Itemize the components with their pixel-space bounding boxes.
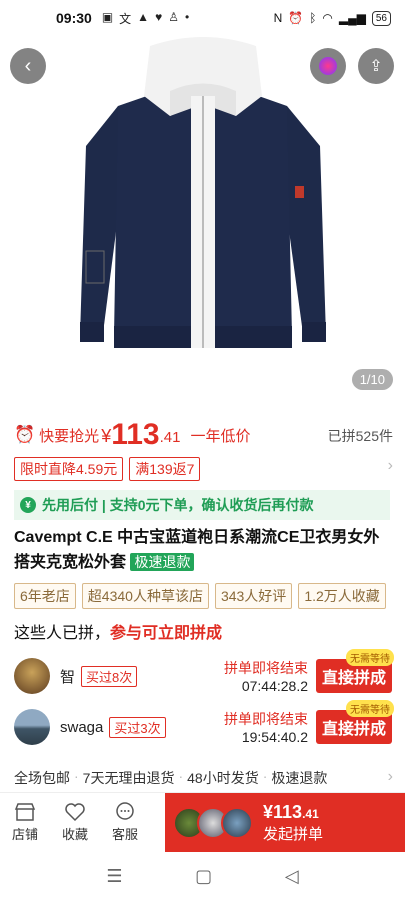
- favorite-label: 收藏: [61, 827, 88, 842]
- notification-icons: ▣ 文 ▲ ♥ ♙ •: [102, 10, 189, 27]
- battery-icon: 56: [371, 10, 391, 26]
- group-heading-part1: 这些人已拼，: [14, 625, 111, 642]
- separator: ·: [178, 768, 184, 784]
- join-group-button[interactable]: 无需等待 直接拼成: [316, 649, 394, 693]
- product-title: Cavempt C.E 中古宝蓝道袍日系潮流CE卫衣男女外搭夹克宽松外套 极速退…: [14, 526, 394, 575]
- dot-icon: •: [184, 9, 190, 24]
- heart-icon: ♥: [155, 9, 163, 24]
- buyer-avatars: [173, 806, 253, 839]
- bottom-action-bar: 店铺 收藏 客服 ¥113.41 发起拼单: [0, 792, 405, 852]
- group-heading-part2: 参与可立即拼成: [110, 625, 223, 642]
- buy-price-dec: .41: [302, 806, 319, 821]
- heart-icon: [65, 803, 85, 822]
- menu-icon[interactable]: ☰: [106, 866, 122, 887]
- coupon-discount[interactable]: 限时直降4.59元: [14, 457, 124, 481]
- app-icon: 文: [119, 11, 132, 26]
- bought-count: 买过3次: [109, 716, 166, 738]
- start-group-buy-button[interactable]: ¥113.41 发起拼单: [165, 793, 405, 852]
- price-integer: 113: [111, 418, 160, 451]
- sold-count: 已拼525件: [327, 428, 393, 444]
- chevron-right-icon: ›: [387, 457, 393, 474]
- coupon-rebate[interactable]: 满139返7: [129, 457, 201, 481]
- favorites-tag[interactable]: 1.2万人收藏: [298, 583, 386, 609]
- service-label: 客服: [111, 827, 138, 842]
- ending-label: 拼单即将结束: [224, 711, 308, 727]
- countdown-timer: 07:44:28.2: [241, 678, 308, 694]
- no-wait-badge: 无需等待: [346, 700, 394, 717]
- avatar: [14, 709, 50, 745]
- lowest-price-tag: 一年低价: [190, 428, 251, 445]
- store-label: 店铺: [11, 827, 38, 842]
- store-tags[interactable]: 6年老店 超4340人种草该店 343人好评 1.2万人收藏: [14, 583, 386, 609]
- avatar: [221, 806, 253, 839]
- status-time: 09:30: [56, 10, 92, 26]
- flash-sale-label: 快要抢光: [39, 428, 100, 445]
- assistant-button[interactable]: [310, 48, 346, 84]
- home-icon[interactable]: ▢: [195, 866, 212, 887]
- buy-label: 发起拼单: [263, 825, 324, 843]
- nfc-icon: N: [273, 11, 283, 25]
- service-refund: 极速退款: [271, 770, 328, 786]
- service-guarantees[interactable]: 全场包邮 · 7天无理由退货 · 48小时发货 · 极速退款 ›: [14, 768, 393, 788]
- customer-service-button[interactable]: 客服: [100, 793, 150, 852]
- favorite-button[interactable]: 收藏: [50, 793, 100, 852]
- signal-icon: ▂▄▆: [338, 11, 366, 25]
- product-jacket-image: [80, 37, 326, 348]
- bluetooth-icon: ᛒ: [309, 11, 317, 25]
- product-title-text: Cavempt C.E 中古宝蓝道袍日系潮流CE卫衣男女外搭夹克宽松外套: [14, 529, 380, 571]
- share-icon: ⇪: [369, 58, 383, 75]
- chevron-left-icon: ‹: [24, 54, 32, 77]
- service-free-shipping: 全场包邮: [14, 770, 70, 786]
- service-ship-48h: 48小时发货: [187, 770, 259, 786]
- store-fans-tag[interactable]: 超4340人种草该店: [81, 583, 209, 609]
- assistant-icon: [319, 57, 337, 75]
- price-row: ⏰ 快要抢光 ¥ 113 .41 一年低价 已拼525件: [14, 418, 393, 450]
- price-decimal: .41: [159, 429, 181, 446]
- wifi-icon: ◠: [322, 11, 333, 25]
- group-row: 智 买过8次 拼单即将结束 07:44:28.2 无需等待 直接拼成: [14, 649, 394, 698]
- app-icon: ♙: [168, 9, 179, 24]
- share-button[interactable]: ⇪: [358, 48, 394, 84]
- user-name: 智: [60, 668, 76, 686]
- separator: ·: [74, 768, 79, 784]
- join-group-label: 直接拼成: [321, 670, 386, 687]
- group-row: swaga 买过3次 拼单即将结束 19:54:40.2 无需等待 直接拼成: [14, 700, 394, 749]
- pay-later-text: 先用后付 | 支持0元下单，确认收货后再付款: [42, 497, 314, 513]
- countdown-timer: 19:54:40.2: [241, 729, 308, 745]
- back-icon[interactable]: ◁: [285, 866, 299, 887]
- buy-price-int: ¥113: [263, 801, 303, 822]
- separator: ·: [262, 768, 268, 784]
- reviews-tag[interactable]: 343人好评: [214, 583, 293, 609]
- alarm-clock-icon: ⏰: [14, 425, 36, 444]
- product-image-carousel[interactable]: ‹ ⇪ 1/10: [0, 36, 405, 400]
- avatar: [14, 658, 50, 694]
- service-return: 7天无理由退货: [82, 770, 175, 786]
- system-nav-bar: ☰ ▢ ◁: [0, 852, 405, 900]
- alarm-icon: ⏰: [288, 11, 304, 25]
- image-counter: 1/10: [351, 369, 393, 390]
- pay-later-banner[interactable]: ¥ 先用后付 | 支持0元下单，确认收货后再付款: [14, 490, 390, 520]
- status-bar: 09:30 ▣ 文 ▲ ♥ ♙ • N ⏰ ᛒ ◠ ▂▄▆ 56: [0, 0, 405, 36]
- store-age-tag[interactable]: 6年老店: [14, 583, 76, 609]
- store-button[interactable]: 店铺: [0, 793, 50, 852]
- join-group-label: 直接拼成: [321, 721, 386, 738]
- app-icon: ▣: [101, 9, 114, 24]
- currency-symbol: ¥: [101, 426, 112, 446]
- chat-icon: [116, 802, 134, 820]
- join-group-button[interactable]: 无需等待 直接拼成: [316, 700, 394, 744]
- coupon-row[interactable]: 限时直降4.59元 满139返7 ›: [14, 457, 393, 481]
- back-button[interactable]: ‹: [10, 48, 46, 84]
- fast-refund-badge: 极速退款: [130, 553, 195, 571]
- buy-price: ¥113.41: [263, 802, 323, 823]
- chevron-right-icon: ›: [387, 768, 393, 785]
- no-wait-badge: 无需等待: [346, 649, 394, 666]
- bought-count: 买过8次: [81, 665, 138, 687]
- group-buy-heading: 这些人已拼，参与可立即拼成: [14, 619, 222, 643]
- user-name: swaga: [60, 718, 104, 736]
- store-icon: [14, 803, 36, 821]
- ending-label: 拼单即将结束: [224, 660, 308, 676]
- pay-later-icon: ¥: [20, 497, 36, 513]
- app-icon: ▲: [137, 9, 150, 24]
